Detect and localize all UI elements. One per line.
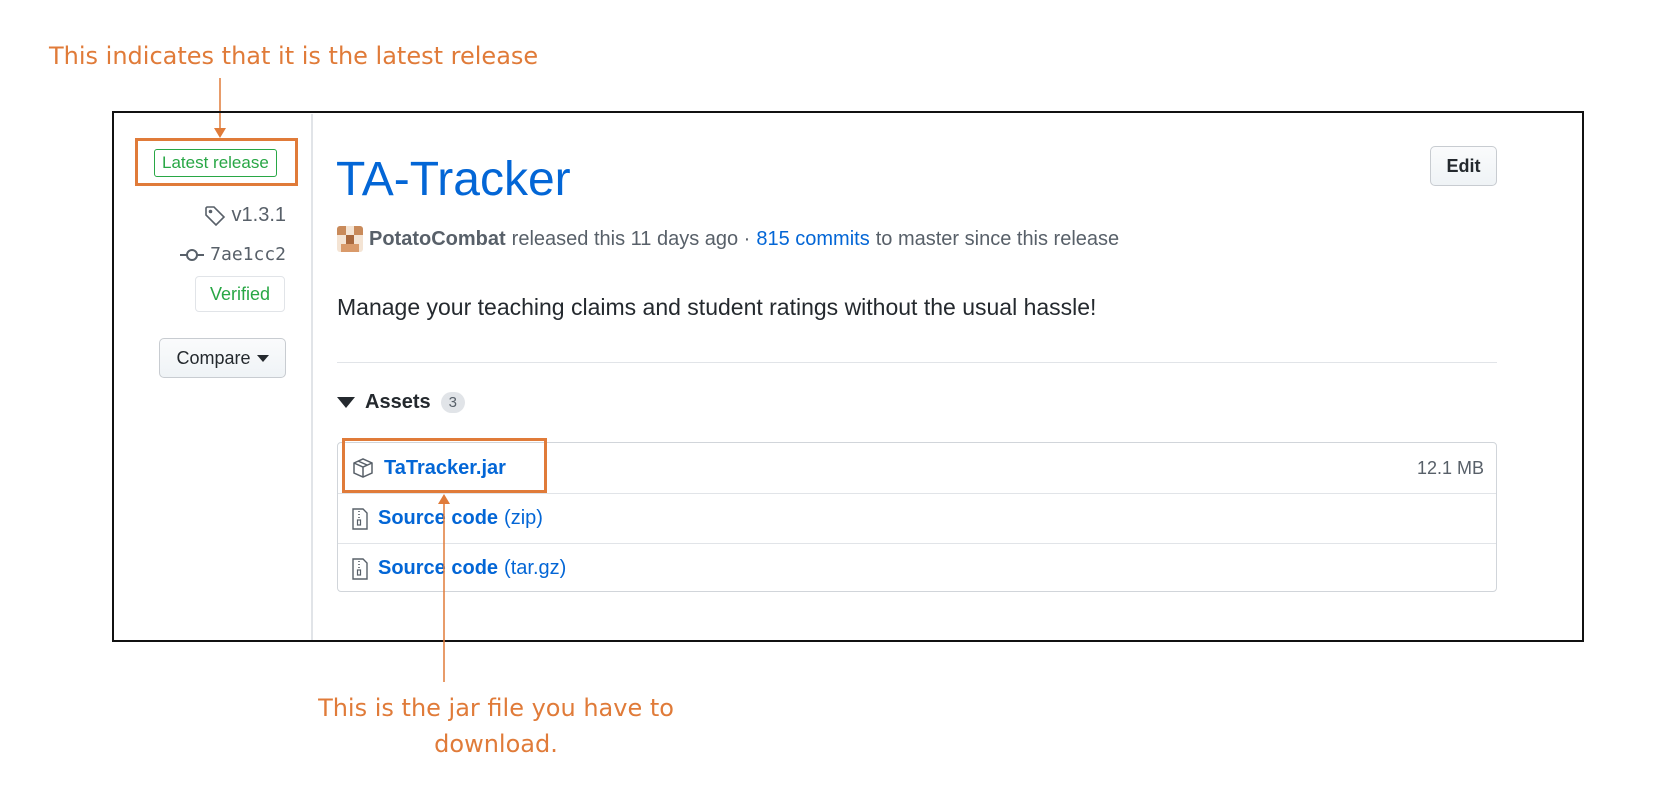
assets-toggle[interactable]: Assets 3: [337, 391, 465, 414]
tag-icon: [204, 205, 225, 226]
release-title[interactable]: TA-Tracker: [336, 152, 571, 207]
commits-suffix: to master since this release: [875, 227, 1120, 250]
annotation-arrow-bottom: [438, 494, 450, 682]
triangle-down-icon: [337, 397, 355, 408]
avatar[interactable]: [337, 226, 363, 252]
latest-release-badge: Latest release: [154, 149, 277, 177]
verified-badge[interactable]: Verified: [195, 276, 285, 312]
caret-down-icon: [256, 354, 269, 362]
assets-count: 3: [440, 392, 465, 413]
release-description: Manage your teaching claims and student …: [337, 294, 1097, 320]
asset-row[interactable]: Source code (tar.gz): [338, 543, 1496, 593]
commits-link[interactable]: 815 commits: [756, 228, 869, 251]
compare-label: Compare: [176, 347, 251, 368]
asset-row[interactable]: Source code (zip): [338, 493, 1496, 543]
release-tag[interactable]: v1.3.1: [204, 204, 286, 227]
annotation-latest-release: This indicates that it is the latest rel…: [49, 42, 539, 70]
file-zip-icon: [352, 557, 368, 580]
compare-button[interactable]: Compare: [159, 338, 286, 378]
tag-label: v1.3.1: [231, 204, 286, 226]
highlight-jar-file: [342, 438, 547, 493]
asset-size: 12.1 MB: [1416, 457, 1484, 478]
file-zip-icon: [352, 507, 368, 530]
commit-icon: [180, 248, 205, 261]
assets-heading: Assets: [365, 391, 431, 413]
asset-ext[interactable]: (tar.gz): [504, 557, 566, 580]
divider: [337, 362, 1497, 363]
released-text: released this 11 days ago ·: [511, 227, 751, 250]
release-meta: PotatoCombat released this 11 days ago ·…: [337, 226, 1119, 252]
author-link[interactable]: PotatoCombat: [369, 228, 506, 251]
edit-button[interactable]: Edit: [1430, 146, 1497, 186]
annotation-jar-file: This is the jar file you have to downloa…: [318, 694, 674, 758]
sidebar-divider: [311, 114, 313, 640]
commit-sha: 7ae1cc2: [210, 244, 286, 265]
release-commit[interactable]: 7ae1cc2: [180, 244, 286, 265]
asset-ext[interactable]: (zip): [504, 507, 543, 530]
